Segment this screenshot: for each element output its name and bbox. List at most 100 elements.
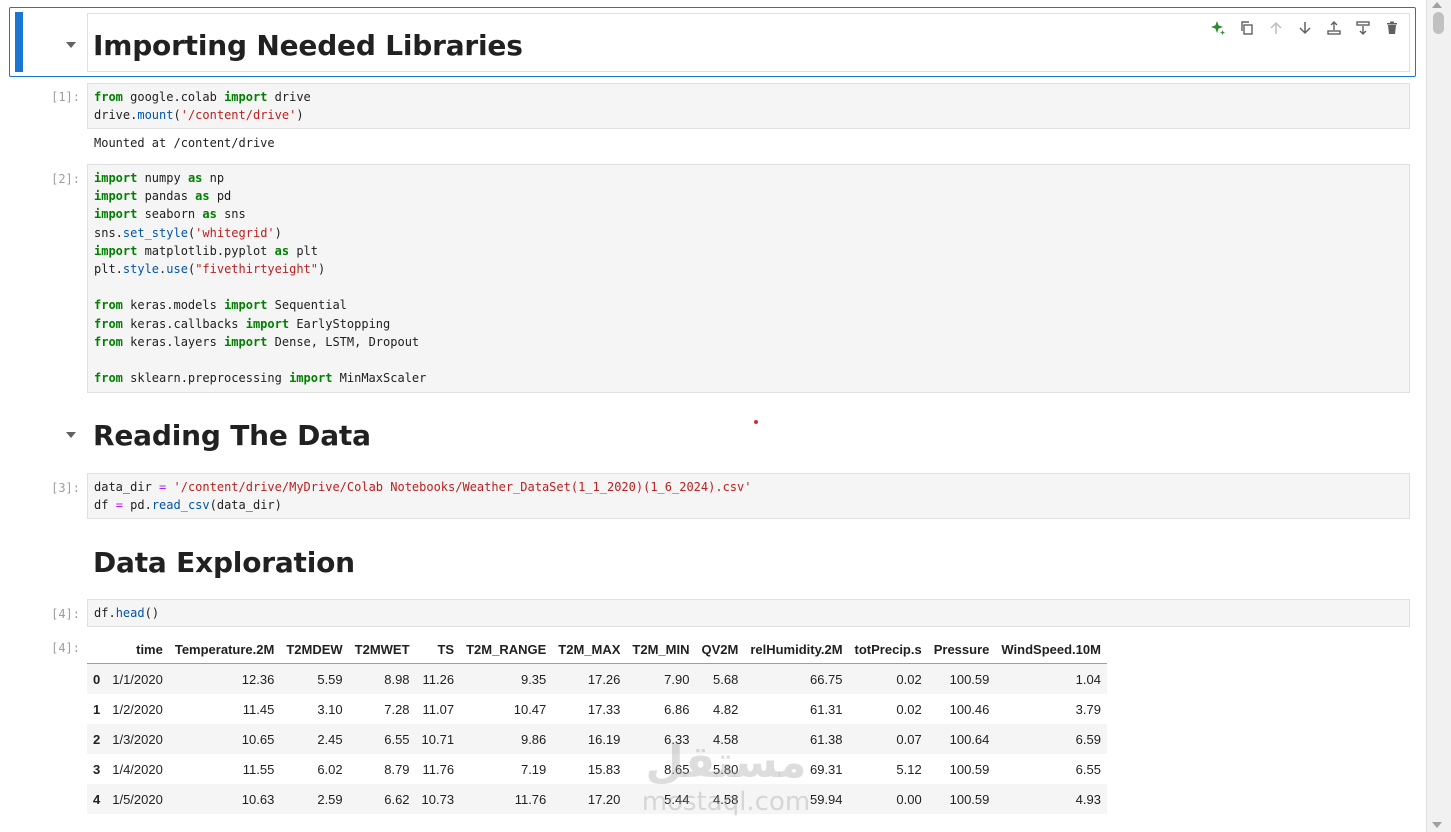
code-token: drive (267, 90, 311, 104)
output-prompt: [4]: (51, 641, 80, 655)
table-cell: 11.55 (242, 761, 275, 777)
column-header: relHumidity.2M (744, 636, 849, 664)
code-token: drive. (94, 108, 138, 123)
column-header: QV2M (695, 636, 745, 664)
code-token: numpy (137, 171, 188, 185)
table-cell: 9.86 (520, 731, 547, 747)
table-cell: 0.00 (896, 791, 922, 807)
code-cell-editor[interactable]: df.head() (87, 599, 1410, 627)
table-cell: 3.10 (317, 701, 343, 717)
code-token: import (94, 207, 138, 222)
code-cell-editor[interactable]: from google.colab import drive drive.mou… (87, 83, 1410, 129)
table-cell: 5.44 (664, 791, 690, 807)
column-header: Pressure (927, 636, 996, 664)
code-token: (data_dir) (209, 498, 282, 513)
code-token: as (202, 207, 217, 222)
column-header: WindSpeed.10M (995, 636, 1107, 664)
code-token: pandas (137, 189, 196, 204)
cell-toolbar (1208, 18, 1402, 38)
code-token: import (289, 371, 333, 386)
table-cell: 0.07 (896, 731, 922, 747)
table-cell: 5.59 (317, 671, 343, 687)
table-cell: 1/3/2020 (112, 731, 163, 747)
table-cell: 0.02 (896, 701, 922, 717)
column-header: time (106, 636, 169, 664)
code-token: sklearn.preprocessing (122, 371, 290, 386)
table-cell: 17.33 (587, 701, 621, 717)
duplicate-icon[interactable] (1237, 18, 1257, 38)
table-cell: 3.79 (1075, 701, 1101, 717)
table-cell: 8.79 (384, 761, 410, 777)
scroll-up-arrow-icon[interactable] (1432, 2, 1442, 8)
table-cell: 6.59 (1075, 731, 1101, 747)
code-token: plt (289, 243, 318, 258)
table-cell: 9.35 (520, 671, 547, 687)
input-prompt: [1]: (51, 90, 80, 104)
code-token: as (274, 243, 290, 258)
table-cell: 8.98 (384, 671, 410, 687)
active-cell-indicator[interactable] (15, 12, 23, 72)
table-cell: 4.58 (713, 791, 739, 807)
code-token: pd (209, 189, 232, 204)
code-text: from google.colab import drive drive.mou… (88, 84, 1409, 128)
code-token: ) (318, 262, 326, 277)
table-cell: 61.38 (809, 731, 843, 747)
table-cell: 6.86 (664, 701, 690, 717)
code-token: from (94, 334, 123, 349)
code-token: ( (173, 108, 181, 123)
column-header: T2MWET (348, 636, 416, 664)
move-up-icon[interactable] (1266, 18, 1286, 38)
scroll-thumb[interactable] (1433, 12, 1444, 34)
table-cell: 6.62 (384, 791, 410, 807)
table-cell: 6.02 (317, 761, 343, 777)
code-token: np (202, 171, 225, 185)
table-cell: 5.80 (713, 761, 739, 777)
code-cell-editor[interactable]: data_dir = '/content/drive/MyDrive/Colab… (87, 473, 1410, 519)
table-cell: 12.36 (241, 671, 275, 687)
input-prompt: [3]: (51, 481, 80, 495)
code-token: sns (216, 207, 246, 222)
table-cell: 6.55 (384, 731, 410, 747)
table-cell: 1/4/2020 (112, 761, 163, 777)
code-token: as (187, 171, 203, 185)
scroll-down-arrow-icon[interactable] (1432, 822, 1442, 828)
code-token: Sequential (267, 298, 347, 313)
table-row: 2 1/3/2020 10.65 2.45 6.55 10.71 9.86 16.19 6.33… (87, 724, 1107, 754)
table-row: 1 1/2/2020 11.45 3.10 7.28 11.07 10.47 17.33 6.8… (87, 694, 1107, 724)
table-cell: 15.83 (587, 761, 621, 777)
delete-icon[interactable] (1382, 18, 1402, 38)
code-token: keras.models (122, 298, 225, 313)
code-token: df (94, 498, 116, 513)
row-index: 4 (93, 791, 101, 807)
code-token: as (195, 189, 210, 204)
code-token: () (144, 606, 160, 620)
code-token: from (94, 316, 123, 331)
column-header: T2M_RANGE (460, 636, 553, 664)
table-cell: 100.59 (949, 791, 990, 807)
table-cell: 8.65 (664, 761, 690, 777)
table-cell: 10.65 (241, 731, 275, 747)
vertical-scrollbar[interactable] (1426, 0, 1451, 832)
insert-above-icon[interactable] (1324, 18, 1344, 38)
insert-below-icon[interactable] (1353, 18, 1373, 38)
table-cell: 10.63 (241, 791, 275, 807)
code-token: keras.layers (122, 334, 225, 349)
table-cell: 4.93 (1075, 791, 1101, 807)
code-cell-editor[interactable]: import numpy as np import pandas as pd i… (87, 164, 1410, 393)
table-cell: 100.46 (949, 701, 990, 717)
move-down-icon[interactable] (1295, 18, 1315, 38)
table-cell: 69.31 (809, 761, 843, 777)
code-token: import (224, 298, 268, 313)
code-token: seaborn (137, 207, 203, 222)
column-header: totPrecip.s (848, 636, 928, 664)
collapse-heading-icon[interactable] (66, 432, 76, 438)
table-cell: 10.73 (421, 791, 455, 807)
table-cell: 100.59 (949, 761, 990, 777)
table-cell: 11.07 (422, 701, 455, 717)
sparkle-icon[interactable] (1208, 18, 1228, 38)
collapse-heading-icon[interactable] (66, 42, 76, 48)
code-token: '/content/drive/MyDrive/Colab Notebooks/… (173, 480, 752, 494)
table-cell: 100.59 (949, 671, 990, 687)
table-row: 4 1/5/2020 10.63 2.59 6.62 10.73 11.76 17.20 5.4… (87, 784, 1107, 814)
